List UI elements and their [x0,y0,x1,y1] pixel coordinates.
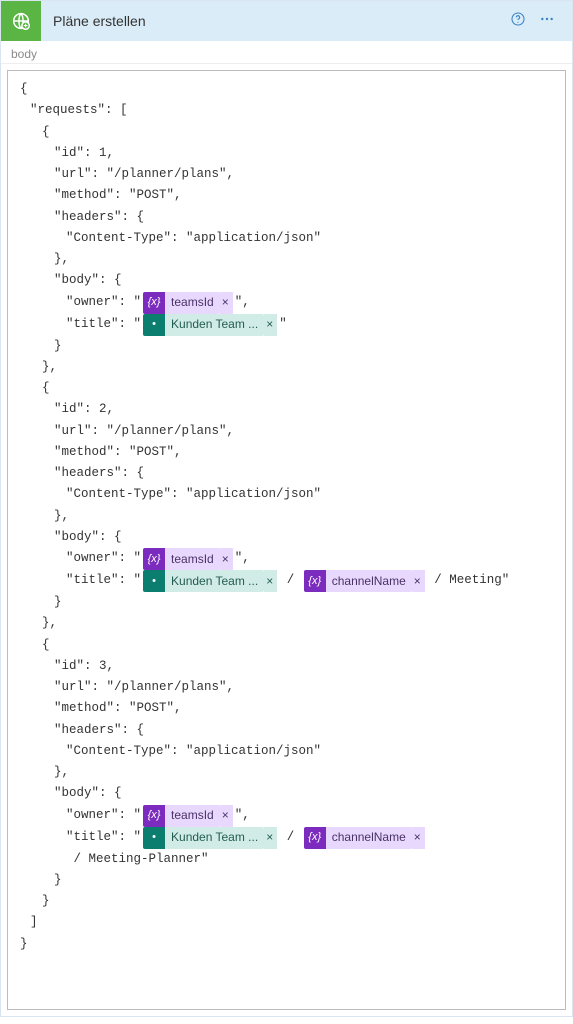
code-line: "Content-Type": "application/json" [20,741,555,762]
code-line: "owner": " {x} teamsId × ", [20,292,555,314]
code-line: }, [20,506,555,527]
code-line: "headers": { [20,463,555,484]
code-line: "requests": [ [20,100,555,121]
close-icon[interactable]: × [264,570,277,592]
close-icon[interactable]: × [220,548,233,570]
code-line: "url": "/planner/plans", [20,677,555,698]
variable-icon: {x} [143,548,165,570]
code-line: } [20,592,555,613]
code-line: "url": "/planner/plans", [20,164,555,185]
token-kundenteam[interactable]: • Kunden Team ... × [143,314,277,336]
code-line: ] [20,912,555,933]
token-kundenteam[interactable]: • Kunden Team ... × [143,827,277,849]
code-line: } [20,336,555,357]
more-icon[interactable] [532,11,562,32]
code-line: "body": { [20,270,555,291]
code-line: { [20,122,555,143]
code-line: "title": " • Kunden Team ... × " [20,314,555,336]
action-icon [1,1,41,41]
token-channelname[interactable]: {x} channelName × [304,570,425,592]
code-line: "url": "/planner/plans", [20,421,555,442]
body-editor[interactable]: { "requests": [ { "id": 1, "url": "/plan… [7,70,566,1010]
close-icon[interactable]: × [264,314,277,336]
close-icon[interactable]: × [220,805,233,827]
action-card: Pläne erstellen body { "requests": [ { "… [0,0,573,1017]
variable-icon: {x} [143,805,165,827]
code-line: { [20,79,555,100]
help-icon[interactable] [504,11,532,32]
variable-icon: {x} [304,570,326,592]
close-icon[interactable]: × [412,827,425,849]
code-line: }, [20,613,555,634]
variable-icon: {x} [143,292,165,314]
code-line: "headers": { [20,720,555,741]
variable-icon: {x} [304,827,326,849]
code-line: "id": 3, [20,656,555,677]
dynamic-content-icon: • [143,570,165,592]
code-line: "method": "POST", [20,698,555,719]
dynamic-content-icon: • [143,314,165,336]
code-line: { [20,635,555,656]
close-icon[interactable]: × [264,827,277,849]
code-line: "Content-Type": "application/json" [20,228,555,249]
code-line: "headers": { [20,207,555,228]
code-line: "body": { [20,783,555,804]
code-line: "method": "POST", [20,442,555,463]
token-channelname[interactable]: {x} channelName × [304,827,425,849]
code-line: "title": " • Kunden Team ... × / {x} cha… [20,827,555,870]
code-line: } [20,934,555,955]
code-line: }, [20,357,555,378]
close-icon[interactable]: × [220,292,233,314]
code-line: } [20,891,555,912]
code-line: "method": "POST", [20,185,555,206]
code-line: "id": 2, [20,399,555,420]
code-line: } [20,870,555,891]
code-line: "owner": " {x} teamsId × ", [20,805,555,827]
close-icon[interactable]: × [412,570,425,592]
code-line: "id": 1, [20,143,555,164]
field-label-body: body [1,41,572,64]
token-teamsid[interactable]: {x} teamsId × [143,805,233,827]
card-header[interactable]: Pläne erstellen [1,1,572,41]
token-teamsid[interactable]: {x} teamsId × [143,292,233,314]
card-title: Pläne erstellen [41,13,504,29]
token-teamsid[interactable]: {x} teamsId × [143,548,233,570]
code-line: "body": { [20,527,555,548]
dynamic-content-icon: • [143,827,165,849]
code-line: "title": " • Kunden Team ... × / {x} cha… [20,570,555,592]
token-kundenteam[interactable]: • Kunden Team ... × [143,570,277,592]
code-line: "Content-Type": "application/json" [20,484,555,505]
code-line: { [20,378,555,399]
code-line: }, [20,762,555,783]
code-line: "owner": " {x} teamsId × ", [20,548,555,570]
code-line: }, [20,249,555,270]
